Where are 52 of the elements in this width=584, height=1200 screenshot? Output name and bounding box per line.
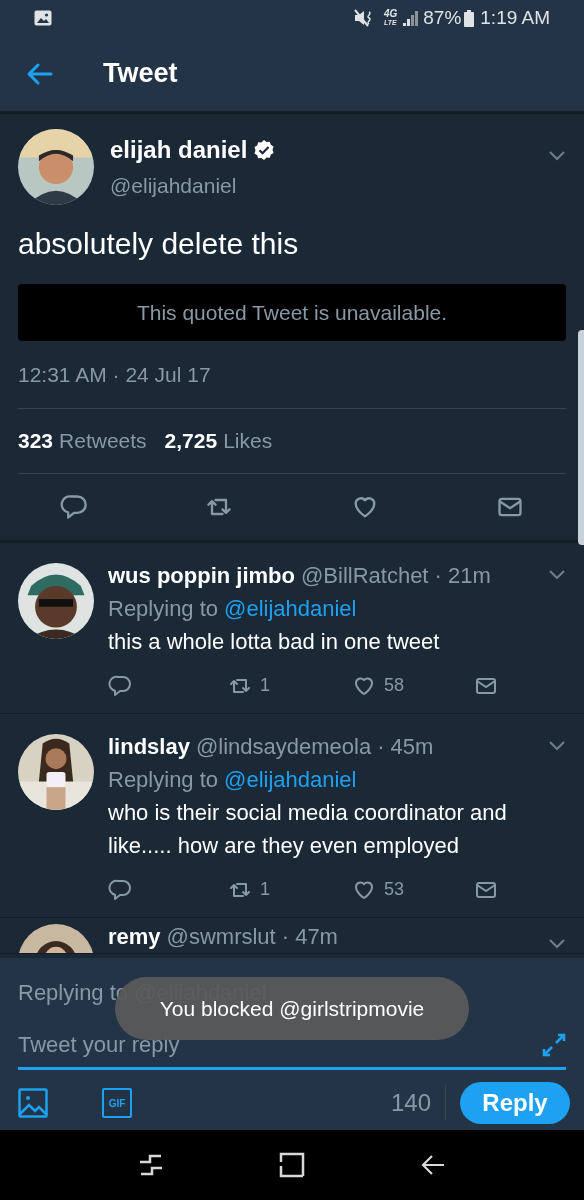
back-arrow-icon[interactable] xyxy=(27,62,53,85)
mention-link[interactable]: @elijahdaniel xyxy=(224,766,357,794)
stat-label[interactable]: Retweets xyxy=(59,425,147,457)
reply-input-field[interactable]: Tweet your reply xyxy=(18,1028,542,1061)
reply-icon[interactable] xyxy=(108,673,132,698)
home-icon[interactable] xyxy=(279,1152,305,1178)
like-count: 53 xyxy=(384,878,405,901)
chevron-down-icon[interactable] xyxy=(548,740,566,752)
signal-icon xyxy=(401,10,420,26)
gallery-icon xyxy=(34,10,52,26)
reply-icon[interactable] xyxy=(108,877,132,902)
reply-author-name: wus poppin jimbo xyxy=(108,563,295,589)
tweet-text: absolutely delete this xyxy=(18,226,300,262)
reply-author-handle: @lindsaydemeola xyxy=(195,734,372,760)
clock: 1:19 AM xyxy=(480,5,550,30)
reply-author-handle: @BillRatchet xyxy=(301,563,429,589)
replying-label: Replying to xyxy=(108,766,219,794)
recent-apps-icon[interactable] xyxy=(137,1152,164,1178)
reply-time: · 45m xyxy=(377,734,434,760)
reply-author-handle: @swmrslut xyxy=(166,924,276,950)
retweet-count: 1 xyxy=(260,674,270,697)
quoted-tweet-notice: This quoted Tweet is unavailable. xyxy=(18,284,566,341)
author-name: elijah daniel xyxy=(110,135,248,166)
stat-count: 2,725 xyxy=(164,428,218,455)
reply-icon[interactable] xyxy=(60,493,88,521)
chevron-down-icon[interactable] xyxy=(548,569,566,581)
reply-button[interactable]: Reply xyxy=(460,1082,570,1124)
reply-text: who is their social media coordinator and like..... how are they even employed xyxy=(108,799,508,860)
tweet-timestamp: 12:31 AM · 24 Jul 17 xyxy=(18,362,212,388)
retweet-count: 1 xyxy=(260,878,270,901)
replying-label: Replying to xyxy=(108,595,219,623)
mention-link[interactable]: @elijahdaniel xyxy=(224,595,357,623)
reply-text: this a whole lotta bad in one tweet xyxy=(108,628,441,656)
chevron-down-icon[interactable] xyxy=(548,150,566,162)
mute-icon xyxy=(353,9,374,27)
battery-icon xyxy=(464,9,475,27)
expand-icon[interactable] xyxy=(542,1032,566,1057)
chevron-down-icon[interactable] xyxy=(548,938,566,950)
battery-percent: 87% xyxy=(423,5,462,30)
stat-label[interactable]: Likes xyxy=(223,425,273,457)
like-count: 58 xyxy=(384,674,405,697)
gif-button[interactable]: GIF xyxy=(102,1088,132,1118)
reply-author-name: lindslay xyxy=(108,734,190,760)
character-counter: 140 xyxy=(390,1085,446,1121)
image-icon[interactable] xyxy=(18,1088,48,1118)
page-title: Tweet xyxy=(103,57,178,91)
reply-time: · 21m xyxy=(434,563,491,589)
author-handle: @elijahdaniel xyxy=(110,173,238,200)
reply-time: · 47m xyxy=(281,924,338,950)
network-label: 4G xyxy=(383,9,398,18)
stat-count: 323 xyxy=(18,428,54,455)
reply-author-name: remy xyxy=(108,924,161,950)
